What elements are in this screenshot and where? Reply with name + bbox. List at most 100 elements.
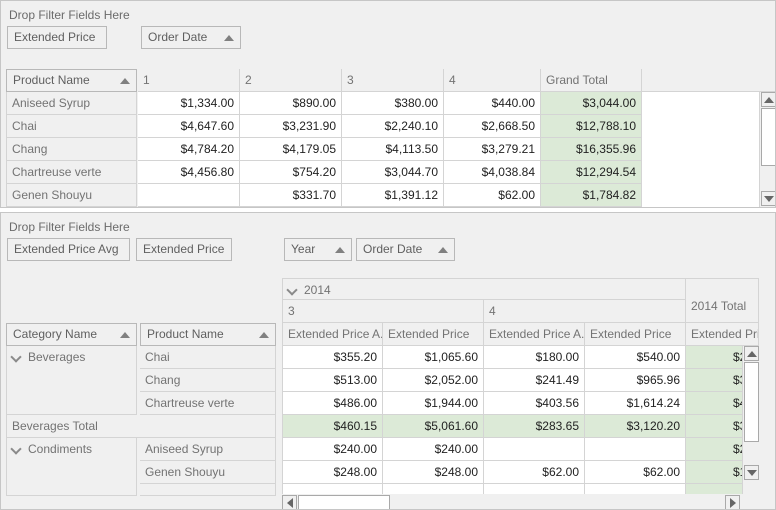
cell-2-grand-total[interactable]: $16,355.96 — [541, 138, 642, 161]
scroll-right-button[interactable] — [725, 495, 740, 509]
cell-0-0[interactable]: $1,334.00 — [138, 92, 240, 115]
scroll-up-button[interactable] — [761, 92, 775, 107]
row-header-2[interactable]: Chang — [6, 138, 137, 161]
cell-3-2[interactable]: $3,044.70 — [342, 161, 444, 184]
column-header-1[interactable]: 1 — [138, 69, 240, 92]
scrollbar-thumb[interactable] — [744, 362, 759, 442]
bcell-5-3[interactable]: $62.00 — [585, 461, 686, 484]
vertical-scrollbar-bottom[interactable] — [742, 346, 759, 496]
cell-1-0[interactable]: $4,647.60 — [138, 115, 240, 138]
cell-2-3[interactable]: $3,279.21 — [444, 138, 541, 161]
field-button-year[interactable]: Year — [284, 238, 352, 261]
column-group-year-2014[interactable]: 2014 — [282, 278, 686, 300]
bcell-5-2[interactable]: $62.00 — [484, 461, 585, 484]
scroll-down-button[interactable] — [744, 465, 759, 480]
column-group-2014-total[interactable]: 2014 Total — [686, 278, 759, 323]
bcell-0-0[interactable]: $355.20 — [282, 346, 383, 369]
scrollbar-thumb[interactable] — [761, 108, 775, 166]
scroll-up-button[interactable] — [744, 346, 759, 361]
cell-0-1[interactable]: $890.00 — [240, 92, 342, 115]
scroll-down-button[interactable] — [761, 191, 775, 206]
bcell-3-1[interactable]: $5,061.60 — [383, 415, 484, 438]
bcell-4-2[interactable] — [484, 438, 585, 461]
bcell-3-0[interactable]: $460.15 — [282, 415, 383, 438]
bcell-0-3[interactable]: $540.00 — [585, 346, 686, 369]
pivot-grid-top[interactable]: Drop Filter Fields Here Extended Price O… — [0, 0, 776, 208]
bcell-0-1[interactable]: $1,065.60 — [383, 346, 484, 369]
column-header-2[interactable]: 2 — [240, 69, 342, 92]
row-field-header-product-name[interactable]: Product Name — [6, 69, 137, 92]
row-header-4[interactable]: Genen Shouyu — [6, 184, 137, 207]
row-total-beverages[interactable]: Beverages Total — [6, 415, 276, 438]
row-category-beverages[interactable]: Beverages — [6, 346, 137, 415]
row-product-2[interactable]: Chartreuse verte — [140, 392, 276, 415]
field-button-order-date[interactable]: Order Date — [141, 26, 241, 49]
filter-drop-area-top[interactable]: Drop Filter Fields Here — [1, 1, 775, 26]
cell-2-2[interactable]: $4,113.50 — [342, 138, 444, 161]
filter-drop-area-bottom[interactable]: Drop Filter Fields Here — [1, 213, 775, 238]
bcell-3-2[interactable]: $283.65 — [484, 415, 585, 438]
horizontal-scrollbar-bottom[interactable] — [282, 494, 759, 509]
cell-3-1[interactable]: $754.20 — [240, 161, 342, 184]
column-group-quarter-3[interactable]: 3 — [282, 300, 484, 323]
row-field-header-product-name[interactable]: Product Name — [140, 323, 276, 346]
cell-1-1[interactable]: $3,231.90 — [240, 115, 342, 138]
cell-4-grand-total[interactable]: $1,784.82 — [541, 184, 642, 207]
field-button-extended-price[interactable]: Extended Price — [136, 238, 232, 261]
cell-3-0[interactable]: $4,456.80 — [138, 161, 240, 184]
scroll-left-button[interactable] — [282, 495, 297, 509]
bcell-1-1[interactable]: $2,052.00 — [383, 369, 484, 392]
row-header-3[interactable]: Chartreuse verte — [6, 161, 137, 184]
row-field-header-category-name[interactable]: Category Name — [6, 323, 137, 346]
row-product-1[interactable]: Chang — [140, 369, 276, 392]
bcell-5-1[interactable]: $248.00 — [383, 461, 484, 484]
vertical-scrollbar-top[interactable] — [759, 92, 775, 207]
bcell-1-2[interactable]: $241.49 — [484, 369, 585, 392]
cell-1-2[interactable]: $2,240.10 — [342, 115, 444, 138]
bcell-1-0[interactable]: $513.00 — [282, 369, 383, 392]
bcell-3-3[interactable]: $3,120.20 — [585, 415, 686, 438]
bcell-4-3[interactable] — [585, 438, 686, 461]
cell-3-3[interactable]: $4,038.84 — [444, 161, 541, 184]
cell-1-grand-total[interactable]: $12,788.10 — [541, 115, 642, 138]
measure-header-2[interactable]: Extended Price A... — [484, 323, 585, 346]
bcell-2-0[interactable]: $486.00 — [282, 392, 383, 415]
field-button-extended-price-avg[interactable]: Extended Price Avg — [7, 238, 130, 261]
field-button-order-date[interactable]: Order Date — [356, 238, 455, 261]
row-header-1[interactable]: Chai — [6, 115, 137, 138]
measure-header-4[interactable]: Extended Price A... — [686, 323, 759, 346]
row-product-4[interactable]: Aniseed Syrup — [140, 438, 276, 461]
bcell-0-2[interactable]: $180.00 — [484, 346, 585, 369]
column-header-3[interactable]: 3 — [342, 69, 444, 92]
row-product-5[interactable]: Genen Shouyu — [140, 461, 276, 484]
cell-4-0[interactable] — [138, 184, 240, 207]
row-product-0[interactable]: Chai — [140, 346, 276, 369]
cell-0-3[interactable]: $440.00 — [444, 92, 541, 115]
column-header-grand-total[interactable]: Grand Total — [541, 69, 642, 92]
column-group-quarter-4[interactable]: 4 — [484, 300, 686, 323]
cell-0-2[interactable]: $380.00 — [342, 92, 444, 115]
bcell-2-2[interactable]: $403.56 — [484, 392, 585, 415]
bcell-5-0[interactable]: $248.00 — [282, 461, 383, 484]
row-header-0[interactable]: Aniseed Syrup — [6, 92, 137, 115]
measure-header-1[interactable]: Extended Price — [383, 323, 484, 346]
field-button-extended-price[interactable]: Extended Price — [7, 26, 107, 49]
cell-4-2[interactable]: $1,391.12 — [342, 184, 444, 207]
bcell-4-1[interactable]: $240.00 — [383, 438, 484, 461]
cell-3-grand-total[interactable]: $12,294.54 — [541, 161, 642, 184]
bcell-2-1[interactable]: $1,944.00 — [383, 392, 484, 415]
row-partial-category[interactable] — [6, 484, 137, 496]
column-header-4[interactable]: 4 — [444, 69, 541, 92]
pivot-grid-bottom[interactable]: Drop Filter Fields Here Extended Price A… — [0, 212, 776, 510]
measure-header-0[interactable]: Extended Price A... — [282, 323, 383, 346]
bcell-1-3[interactable]: $965.96 — [585, 369, 686, 392]
cell-2-0[interactable]: $4,784.20 — [138, 138, 240, 161]
scrollbar-thumb[interactable] — [298, 495, 390, 509]
bcell-4-0[interactable]: $240.00 — [282, 438, 383, 461]
cell-0-grand-total[interactable]: $3,044.00 — [541, 92, 642, 115]
cell-4-1[interactable]: $331.70 — [240, 184, 342, 207]
row-category-condiments[interactable]: Condiments — [6, 438, 137, 490]
cell-4-3[interactable]: $62.00 — [444, 184, 541, 207]
cell-2-1[interactable]: $4,179.05 — [240, 138, 342, 161]
bcell-2-3[interactable]: $1,614.24 — [585, 392, 686, 415]
